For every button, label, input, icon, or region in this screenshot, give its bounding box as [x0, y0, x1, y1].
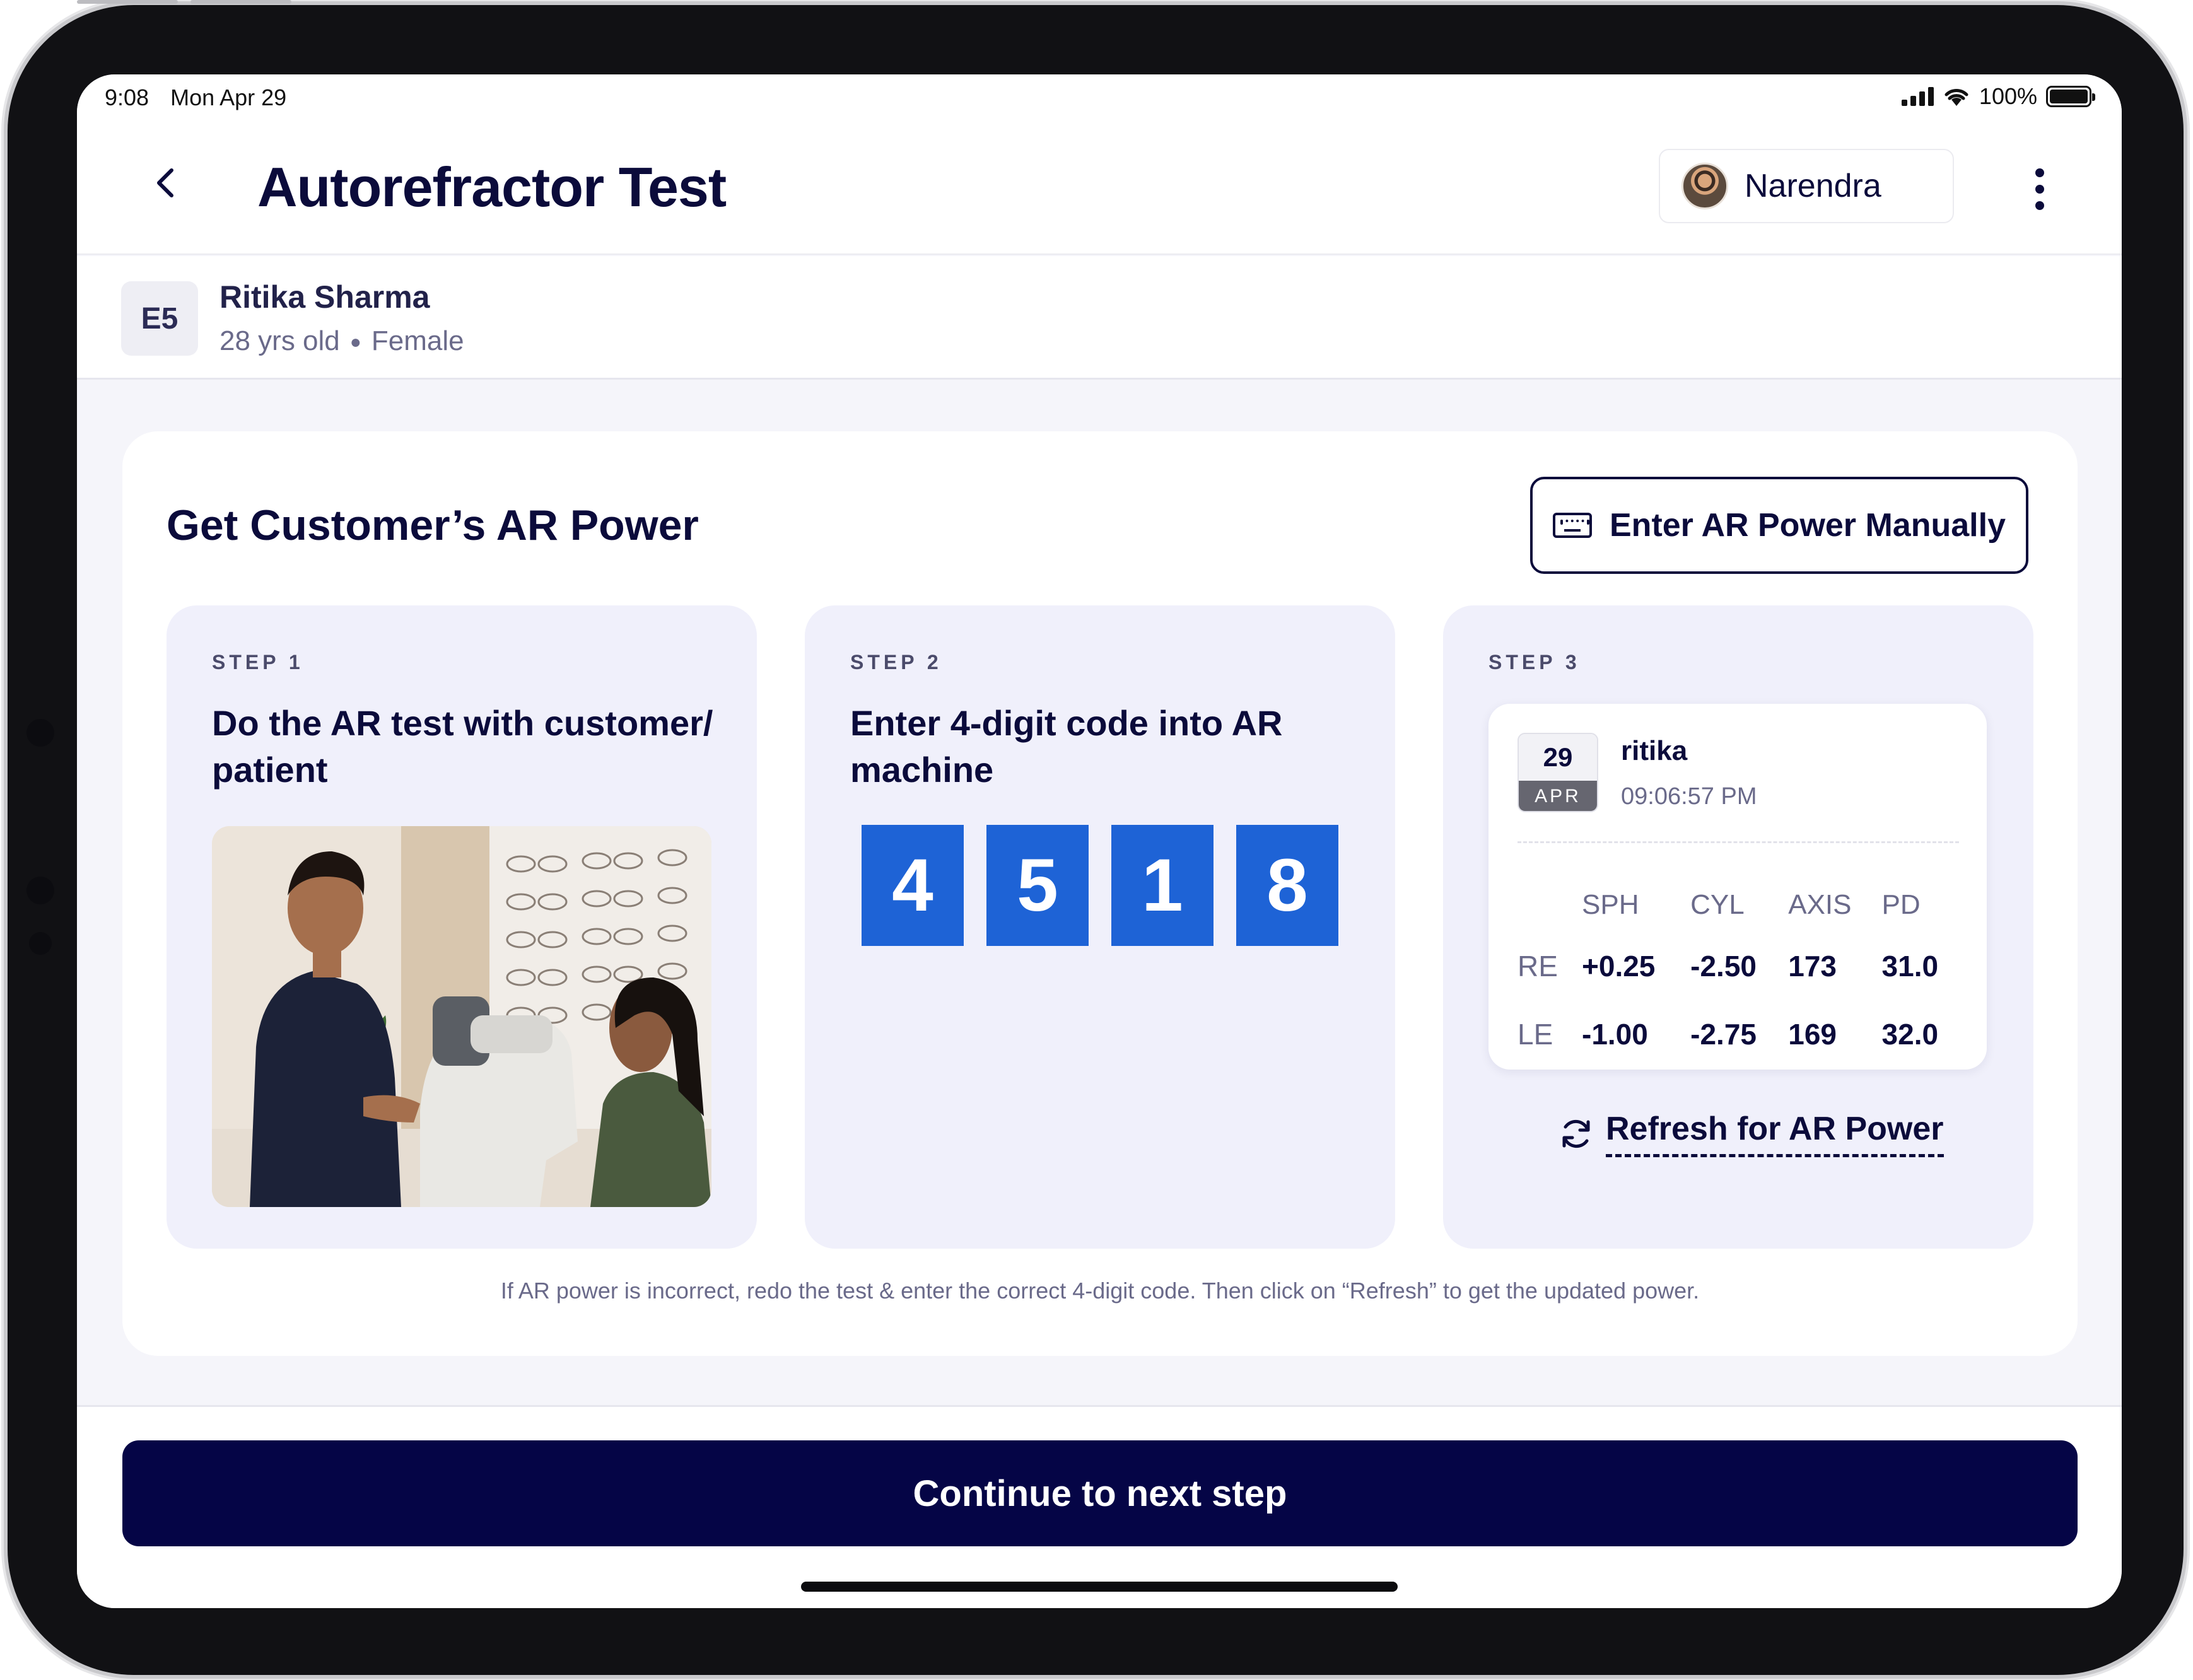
keyboard-icon [1553, 513, 1592, 538]
refresh-label: Refresh for AR Power [1606, 1110, 1944, 1157]
pd-value: 31.0 [1881, 950, 1939, 983]
top-button [77, 0, 178, 4]
pd-value: 32.0 [1881, 1018, 1939, 1051]
code-digit: 8 [1236, 825, 1338, 946]
result-patient-name: ritika [1621, 735, 1688, 766]
step-label: STEP 2 [850, 651, 942, 674]
ar-test-illustration [212, 826, 711, 1207]
status-bar: 9:08 Mon Apr 29 100% [77, 74, 2122, 125]
date-badge: 29 APR [1518, 733, 1598, 812]
chevron-left-icon [157, 168, 173, 197]
divider [1518, 841, 1959, 843]
step-instruction: Enter 4-digit code into AR machine [850, 703, 1283, 790]
sensor-dot-2 [29, 932, 52, 955]
patient-age: 28 yrs old [219, 325, 340, 356]
continue-button[interactable]: Continue to next step [122, 1440, 2078, 1546]
column-header: CYL [1690, 889, 1745, 920]
result-day: 29 [1519, 734, 1597, 781]
camera-dot [26, 719, 54, 747]
battery-icon [2046, 86, 2095, 107]
refresh-icon [1562, 1119, 1590, 1148]
refresh-ar-power-link[interactable]: Refresh for AR Power [1558, 1110, 1944, 1157]
step-2-card: STEP 2 Enter 4-digit code into AR machin… [805, 605, 1395, 1249]
step-label: STEP 1 [212, 651, 304, 674]
avatar [1681, 163, 1728, 209]
eye-label: LE [1518, 1018, 1553, 1051]
cellular-signal-icon [1901, 87, 1934, 106]
enter-ar-power-manually-button[interactable]: Enter AR Power Manually [1530, 477, 2028, 574]
axis-value: 169 [1788, 1018, 1837, 1051]
step-instruction: Do the AR test with customer/ patient [212, 703, 713, 790]
cyl-value: -2.50 [1690, 950, 1757, 983]
column-header: PD [1881, 889, 1921, 920]
table-header-row: SPH CYL AXIS PD [1518, 878, 1965, 932]
column-header: SPH [1582, 889, 1639, 920]
ar-test-photo [212, 826, 711, 1207]
table-row: LE -1.00 -2.75 169 32.0 [1518, 1000, 1965, 1068]
result-time: 09:06:57 PM [1621, 783, 1757, 810]
column-header: AXIS [1788, 889, 1852, 920]
table-row: RE +0.25 -2.50 173 31.0 [1518, 932, 1965, 1000]
home-indicator[interactable] [801, 1582, 1398, 1592]
step-3-card: STEP 3 29 APR ritika 09:06:57 PM SPH CYL… [1443, 605, 2033, 1249]
status-time: 9:08 Mon Apr 29 [105, 85, 286, 111]
status-date: Mon Apr 29 [170, 85, 287, 110]
ar-code-display: 4 5 1 8 [862, 825, 1338, 946]
more-dot [2035, 201, 2044, 210]
cyl-value: -2.75 [1690, 1018, 1757, 1051]
back-button[interactable] [140, 158, 190, 208]
more-options-button[interactable] [2015, 158, 2065, 221]
patient-code-badge: E5 [121, 281, 198, 356]
more-dot [2035, 185, 2044, 194]
page-header: Autorefractor Test Narendra [77, 125, 2122, 255]
sensor-dot [26, 877, 54, 904]
patient-info-bar: E5 Ritika Sharma 28 yrs old ● Female [77, 256, 2122, 380]
wifi-icon [1944, 89, 1968, 106]
column-header [1518, 878, 1582, 932]
ar-power-table: SPH CYL AXIS PD RE +0.25 -2.50 173 31.0 … [1518, 878, 1965, 1068]
page-title: Autorefractor Test [257, 156, 727, 218]
code-digit: 1 [1111, 825, 1213, 946]
help-hint: If AR power is incorrect, redo the test … [500, 1278, 1700, 1304]
patient-meta: 28 yrs old ● Female [219, 325, 464, 357]
step-label: STEP 3 [1488, 651, 1581, 674]
eye-label: RE [1518, 950, 1558, 983]
manual-button-label: Enter AR Power Manually [1610, 507, 2006, 544]
user-name: Narendra [1745, 168, 1881, 204]
user-profile-button[interactable]: Narendra [1659, 149, 1954, 223]
ar-result-card: 29 APR ritika 09:06:57 PM SPH CYL AXIS P… [1488, 704, 1987, 1070]
step-1-card: STEP 1 Do the AR test with customer/ pat… [167, 605, 757, 1249]
sph-value: +0.25 [1582, 950, 1656, 983]
patient-name: Ritika Sharma [219, 279, 430, 315]
more-dot [2035, 168, 2044, 177]
patient-gender: Female [371, 325, 464, 356]
status-indicators: 100% [1901, 83, 2095, 110]
separator-dot: ● [349, 332, 361, 353]
top-button-2 [190, 0, 291, 4]
clock: 9:08 [105, 85, 149, 110]
ar-power-card: Get Customer’s AR Power Enter AR Power M… [122, 431, 2078, 1356]
screen: 9:08 Mon Apr 29 100% Autorefractor Test [77, 74, 2122, 1608]
sph-value: -1.00 [1582, 1018, 1648, 1051]
battery-percent: 100% [1979, 83, 2037, 109]
card-title: Get Customer’s AR Power [167, 501, 699, 549]
axis-value: 173 [1788, 950, 1837, 983]
result-month: APR [1519, 781, 1597, 811]
code-digit: 5 [986, 825, 1089, 946]
code-digit: 4 [862, 825, 964, 946]
